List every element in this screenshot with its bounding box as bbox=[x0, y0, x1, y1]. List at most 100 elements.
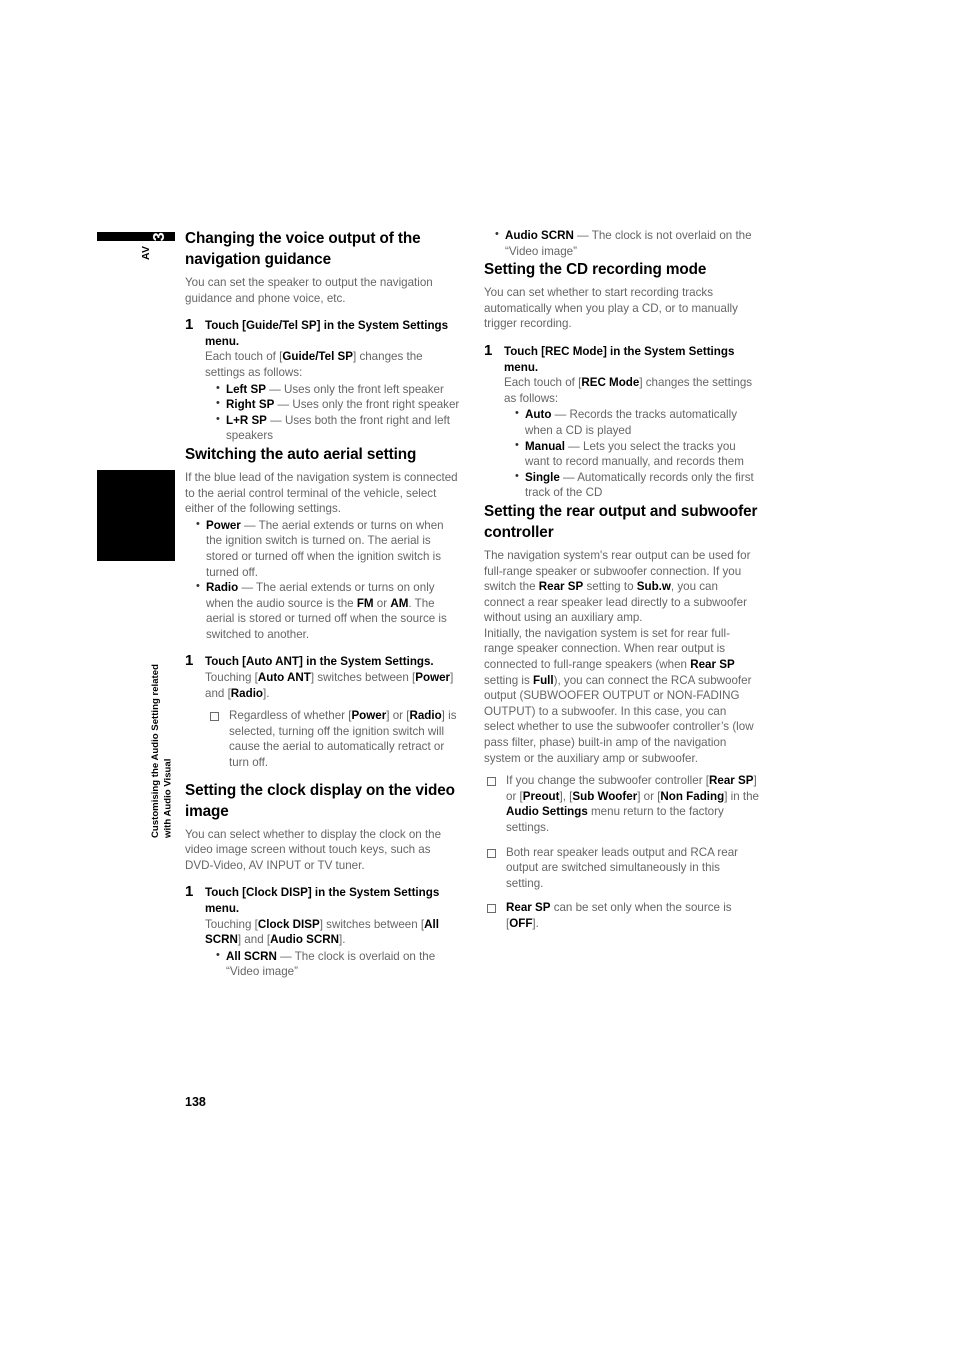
section-heading-cd-recording: Setting the CD recording mode bbox=[484, 261, 707, 279]
page-number: 138 bbox=[185, 1095, 206, 1109]
step-body-bold1: Auto ANT bbox=[257, 671, 311, 685]
step-body: Each touch of [Guide/Tel SP] changes the… bbox=[205, 349, 460, 380]
bullet-term: L+R SP bbox=[226, 413, 267, 427]
step-body: Touching [Auto ANT] switches between [Po… bbox=[205, 670, 460, 701]
chapter-caption-line1: Customising the Audio Setting related bbox=[150, 664, 161, 838]
bullet-text: Uses only the front right speaker bbox=[292, 398, 460, 412]
bullet-dash: — bbox=[551, 408, 570, 422]
para2-bold-full: Full bbox=[532, 673, 554, 687]
note1-bold-preout: Preout bbox=[522, 789, 560, 803]
note1-bold-audio-settings: Audio Settings bbox=[506, 805, 588, 819]
chapter-tab-block bbox=[97, 470, 175, 561]
chapter-caption-line2: with Audio Visual bbox=[162, 758, 174, 838]
section2-bullet-list: Power — The aerial extends or turns on w… bbox=[185, 517, 460, 643]
step-body-part2: ] switches between [ bbox=[319, 917, 425, 931]
section4-step-1: 1 Touch [REC Mode] in the System Setting… bbox=[484, 341, 759, 501]
bullet-dash: — bbox=[238, 581, 257, 595]
section5-para-2: Initially, the navigation system is set … bbox=[484, 626, 759, 766]
step-body-bold3: Audio SCRN bbox=[270, 933, 340, 947]
para1-bold-rear-sp: Rear SP bbox=[538, 580, 584, 594]
section5-para-1: The navigation system's rear output can … bbox=[484, 548, 759, 626]
bullet-term: Auto bbox=[525, 408, 552, 422]
note-item: Both rear speaker leads output and RCA r… bbox=[486, 845, 759, 892]
section2-note-list: Regardless of whether [Power] or [Radio]… bbox=[205, 708, 460, 770]
section2-step-1: 1 Touch [Auto ANT] in the System Setting… bbox=[185, 652, 460, 770]
bullet-dash: — bbox=[564, 439, 583, 453]
step-number: 1 bbox=[484, 341, 493, 359]
note-item: If you change the subwoofer controller [… bbox=[486, 773, 759, 835]
bullet-term: Single bbox=[525, 470, 560, 484]
section-heading-voice-output: Changing the voice output of the navigat… bbox=[185, 230, 421, 268]
section-heading-auto-aerial: Switching the auto aerial setting bbox=[185, 445, 417, 463]
para1-bold-subw: Sub.w bbox=[636, 580, 671, 594]
bullet-term: All SCRN bbox=[226, 949, 277, 963]
step-title: Touch [Guide/Tel SP] in the System Setti… bbox=[205, 319, 449, 348]
bullet-term: Radio bbox=[206, 581, 239, 595]
section2-intro: If the blue lead of the navigation syste… bbox=[185, 470, 458, 516]
chapter-tab-label: Chapter 13 bbox=[151, 232, 168, 316]
para2-part-b: setting is bbox=[484, 673, 533, 687]
list-item: Radio — The aerial extends or turns on o… bbox=[196, 579, 460, 642]
note3-bold-rear-sp: Rear SP bbox=[506, 901, 551, 915]
note3-part-b: ]. bbox=[532, 916, 539, 930]
note-item: Regardless of whether [Power] or [Radio]… bbox=[209, 708, 460, 770]
note-part1: Regardless of whether [ bbox=[229, 709, 352, 723]
section3-intro: You can select whether to display the cl… bbox=[185, 827, 442, 872]
step-body: Touching [Clock DISP] switches between [… bbox=[205, 917, 460, 948]
section1-step-1: 1 Touch [Guide/Tel SP] in the System Set… bbox=[185, 317, 460, 444]
chapter-caption: Customising the Audio Setting related wi… bbox=[150, 568, 175, 838]
note1-part-d: ] or [ bbox=[637, 789, 661, 803]
step-title: Touch [Clock DISP] in the System Setting… bbox=[205, 886, 440, 915]
list-item: Manual — Lets you select the tracks you … bbox=[515, 438, 759, 470]
section4-bullet-list: Auto — Records the tracks automatically … bbox=[504, 406, 759, 501]
bullet-bold-fm: FM bbox=[356, 596, 374, 610]
step-body-bold: REC Mode bbox=[581, 376, 640, 390]
section1-bullet-list: Left SP — Uses only the front left speak… bbox=[205, 381, 460, 444]
bullet-term: Audio SCRN bbox=[505, 229, 574, 242]
section3-bullet-list: All SCRN — The clock is overlaid on the … bbox=[205, 948, 460, 980]
list-item: Right SP — Uses only the front right spe… bbox=[216, 396, 460, 413]
note1-bold-sub-woofer: Sub Woofer bbox=[572, 789, 638, 803]
bullet-dash: — bbox=[265, 382, 284, 396]
note1-part-e: ] in the bbox=[724, 789, 759, 803]
step-title: Touch [REC Mode] in the System Settings … bbox=[504, 344, 735, 374]
step-number: 1 bbox=[185, 652, 194, 670]
step-body-part1: Each touch of [ bbox=[205, 350, 283, 364]
note1-bold-non-fading: Non Fading bbox=[660, 789, 725, 803]
step-body-part4: ]. bbox=[339, 933, 346, 947]
bullet-dash: — bbox=[573, 229, 592, 242]
list-item: Left SP — Uses only the front left speak… bbox=[216, 381, 460, 398]
section-heading-clock-display: Setting the clock display on the video i… bbox=[185, 781, 455, 820]
list-item: Audio SCRN — The clock is not overlaid o… bbox=[495, 227, 759, 259]
bullet-dash: — bbox=[559, 470, 578, 484]
step-body: Each touch of [REC Mode] changes the set… bbox=[504, 375, 759, 406]
bullet-mid: or bbox=[373, 596, 391, 610]
step-body-bold: Guide/Tel SP bbox=[282, 350, 353, 364]
list-item: L+R SP — Uses both the front right and l… bbox=[216, 412, 460, 444]
para2-bold-rear-sp: Rear SP bbox=[690, 658, 735, 672]
step-body-part2: ] switches between [ bbox=[310, 671, 416, 685]
note-bold-radio: Radio bbox=[409, 709, 442, 723]
para1-part-b: setting to bbox=[583, 580, 637, 594]
note-bold-power: Power bbox=[351, 709, 387, 723]
bullet-text: Uses only the front left speaker bbox=[284, 382, 444, 396]
note1-part-a: If you change the subwoofer controller [ bbox=[506, 774, 710, 788]
bullet-dash: — bbox=[274, 398, 293, 412]
section1-intro: You can set the speaker to output the na… bbox=[185, 276, 433, 305]
left-column: Changing the voice output of the navigat… bbox=[185, 228, 460, 980]
bullet-term: Power bbox=[206, 518, 241, 532]
list-item: Single — Automatically records only the … bbox=[515, 469, 759, 501]
step-title: Touch [Auto ANT] in the System Settings. bbox=[205, 655, 434, 669]
step-body-part1: Each touch of [ bbox=[504, 376, 582, 390]
bullet-dash: — bbox=[266, 413, 285, 427]
bullet-term: Manual bbox=[525, 439, 565, 453]
step-body-bold2: Power bbox=[415, 671, 451, 685]
section4-intro: You can set whether to start recording t… bbox=[484, 286, 738, 331]
list-item: All SCRN — The clock is overlaid on the … bbox=[216, 948, 460, 980]
step-body-bold3: Radio bbox=[230, 686, 264, 700]
bullet-dash: — bbox=[276, 949, 295, 963]
note-item: Rear SP can be set only when the source … bbox=[486, 900, 759, 931]
section3-step-1: 1 Touch [Clock DISP] in the System Setti… bbox=[185, 884, 460, 980]
note3-bold-off: OFF bbox=[509, 916, 533, 930]
right-column: Audio SCRN — The clock is not overlaid o… bbox=[484, 227, 759, 941]
